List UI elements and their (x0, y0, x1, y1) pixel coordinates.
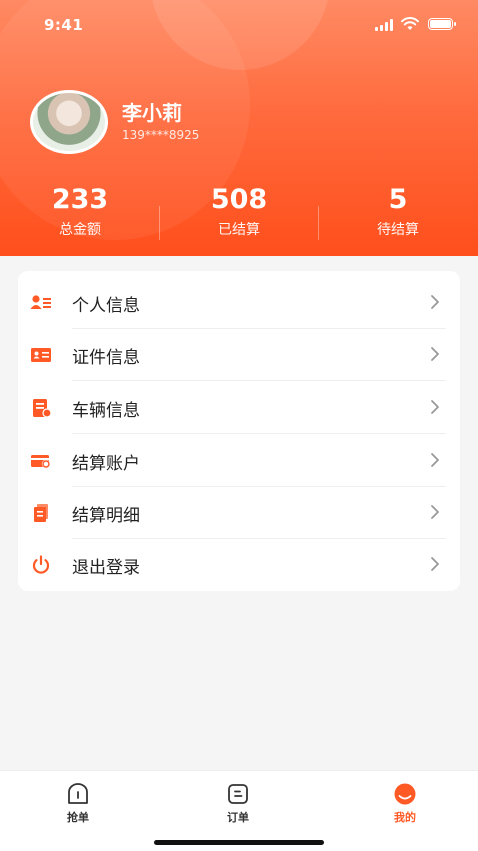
tab-grab-order[interactable]: 抢单 (38, 783, 118, 825)
status-time: 9:41 (44, 16, 84, 34)
chevron-right-icon (431, 347, 439, 361)
stat-value: 5 (388, 184, 408, 215)
menu-item-id-info[interactable]: 证件信息 (18, 329, 460, 381)
stat-settled[interactable]: 508 已结算 (159, 184, 319, 239)
tab-label: 抢单 (67, 811, 89, 824)
chevron-right-icon (431, 400, 439, 414)
person-card-icon (30, 295, 51, 309)
menu-item-label: 个人信息 (72, 296, 140, 316)
stat-pending[interactable]: 5 待结算 (318, 184, 478, 239)
menu-item-label: 结算账户 (72, 454, 140, 474)
divider (72, 433, 446, 434)
power-icon (32, 555, 50, 574)
menu-item-label: 证件信息 (72, 348, 140, 368)
receipt-icon (34, 504, 48, 522)
menu-item-label: 退出登录 (72, 558, 140, 578)
status-bar: 9:41 (0, 14, 478, 38)
menu-item-personal-info[interactable]: 个人信息 (18, 277, 460, 329)
tab-orders[interactable]: 订单 (198, 783, 278, 825)
menu-item-label: 结算明细 (72, 506, 140, 526)
tab-label: 订单 (227, 811, 249, 824)
tab-profile[interactable]: 我的 (365, 783, 445, 825)
wifi-icon (401, 17, 419, 30)
chevron-right-icon (431, 557, 439, 571)
profile-icon (394, 783, 416, 805)
order-icon (228, 784, 248, 804)
chevron-right-icon (431, 505, 439, 519)
user-name: 李小莉 (122, 101, 182, 125)
menu-item-label: 车辆信息 (72, 401, 140, 421)
bottom-tab-bar: 抢单 订单 我的 (0, 770, 478, 851)
divider (72, 380, 446, 381)
avatar[interactable] (30, 90, 108, 154)
menu-item-settlement-details[interactable]: 结算明细 (18, 487, 460, 539)
id-card-icon (31, 348, 51, 362)
menu-card: 个人信息 证件信息 车辆信息 结算账户 结算明细 退出登录 (18, 271, 460, 591)
home-indicator (154, 840, 324, 845)
user-phone: 139****8925 (122, 128, 200, 142)
menu-item-vehicle-info[interactable]: 车辆信息 (18, 382, 460, 434)
vehicle-doc-icon (33, 399, 52, 418)
signal-icon (375, 19, 395, 31)
stat-label: 总金额 (59, 222, 101, 238)
tab-label: 我的 (394, 811, 416, 824)
chevron-right-icon (431, 453, 439, 467)
stat-label: 已结算 (218, 222, 260, 238)
grab-order-icon (68, 783, 88, 804)
stat-total-amount[interactable]: 233 总金额 (0, 184, 160, 239)
wallet-card-icon (31, 455, 51, 469)
stat-value: 508 (210, 184, 268, 215)
battery-icon (428, 18, 456, 30)
stat-value: 233 (51, 184, 109, 215)
chevron-right-icon (431, 295, 439, 309)
menu-item-logout[interactable]: 退出登录 (18, 539, 460, 591)
menu-item-settlement-account[interactable]: 结算账户 (18, 435, 460, 487)
profile-header: 9:41 李小莉 139****8925 233 总金额 508 已结算 5 待… (0, 0, 478, 256)
stat-label: 待结算 (377, 222, 419, 238)
